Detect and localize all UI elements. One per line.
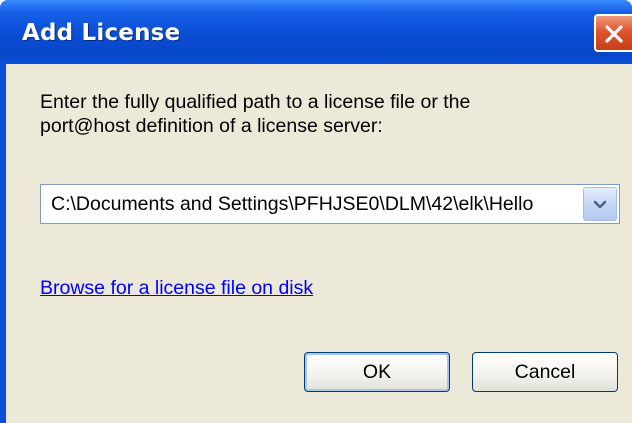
cancel-button[interactable]: Cancel [472, 352, 618, 392]
close-icon [605, 25, 623, 43]
title-bar[interactable]: Add License [0, 0, 632, 64]
dialog-title: Add License [22, 20, 181, 46]
add-license-dialog: Add License Enter the fully qualified pa… [0, 0, 632, 423]
chevron-down-icon [593, 200, 607, 209]
instruction-text: Enter the fully qualified path to a lice… [40, 91, 471, 137]
license-path-value[interactable]: C:\Documents and Settings\PFHJSE0\DLM\42… [51, 193, 576, 215]
close-button[interactable] [594, 14, 632, 52]
combo-dropdown-button[interactable] [583, 187, 617, 221]
ok-button[interactable]: OK [304, 352, 450, 392]
license-path-combobox[interactable]: C:\Documents and Settings\PFHJSE0\DLM\42… [40, 184, 620, 224]
dialog-body: Enter the fully qualified path to a lice… [6, 64, 632, 423]
browse-license-link[interactable]: Browse for a license file on disk [40, 276, 313, 300]
